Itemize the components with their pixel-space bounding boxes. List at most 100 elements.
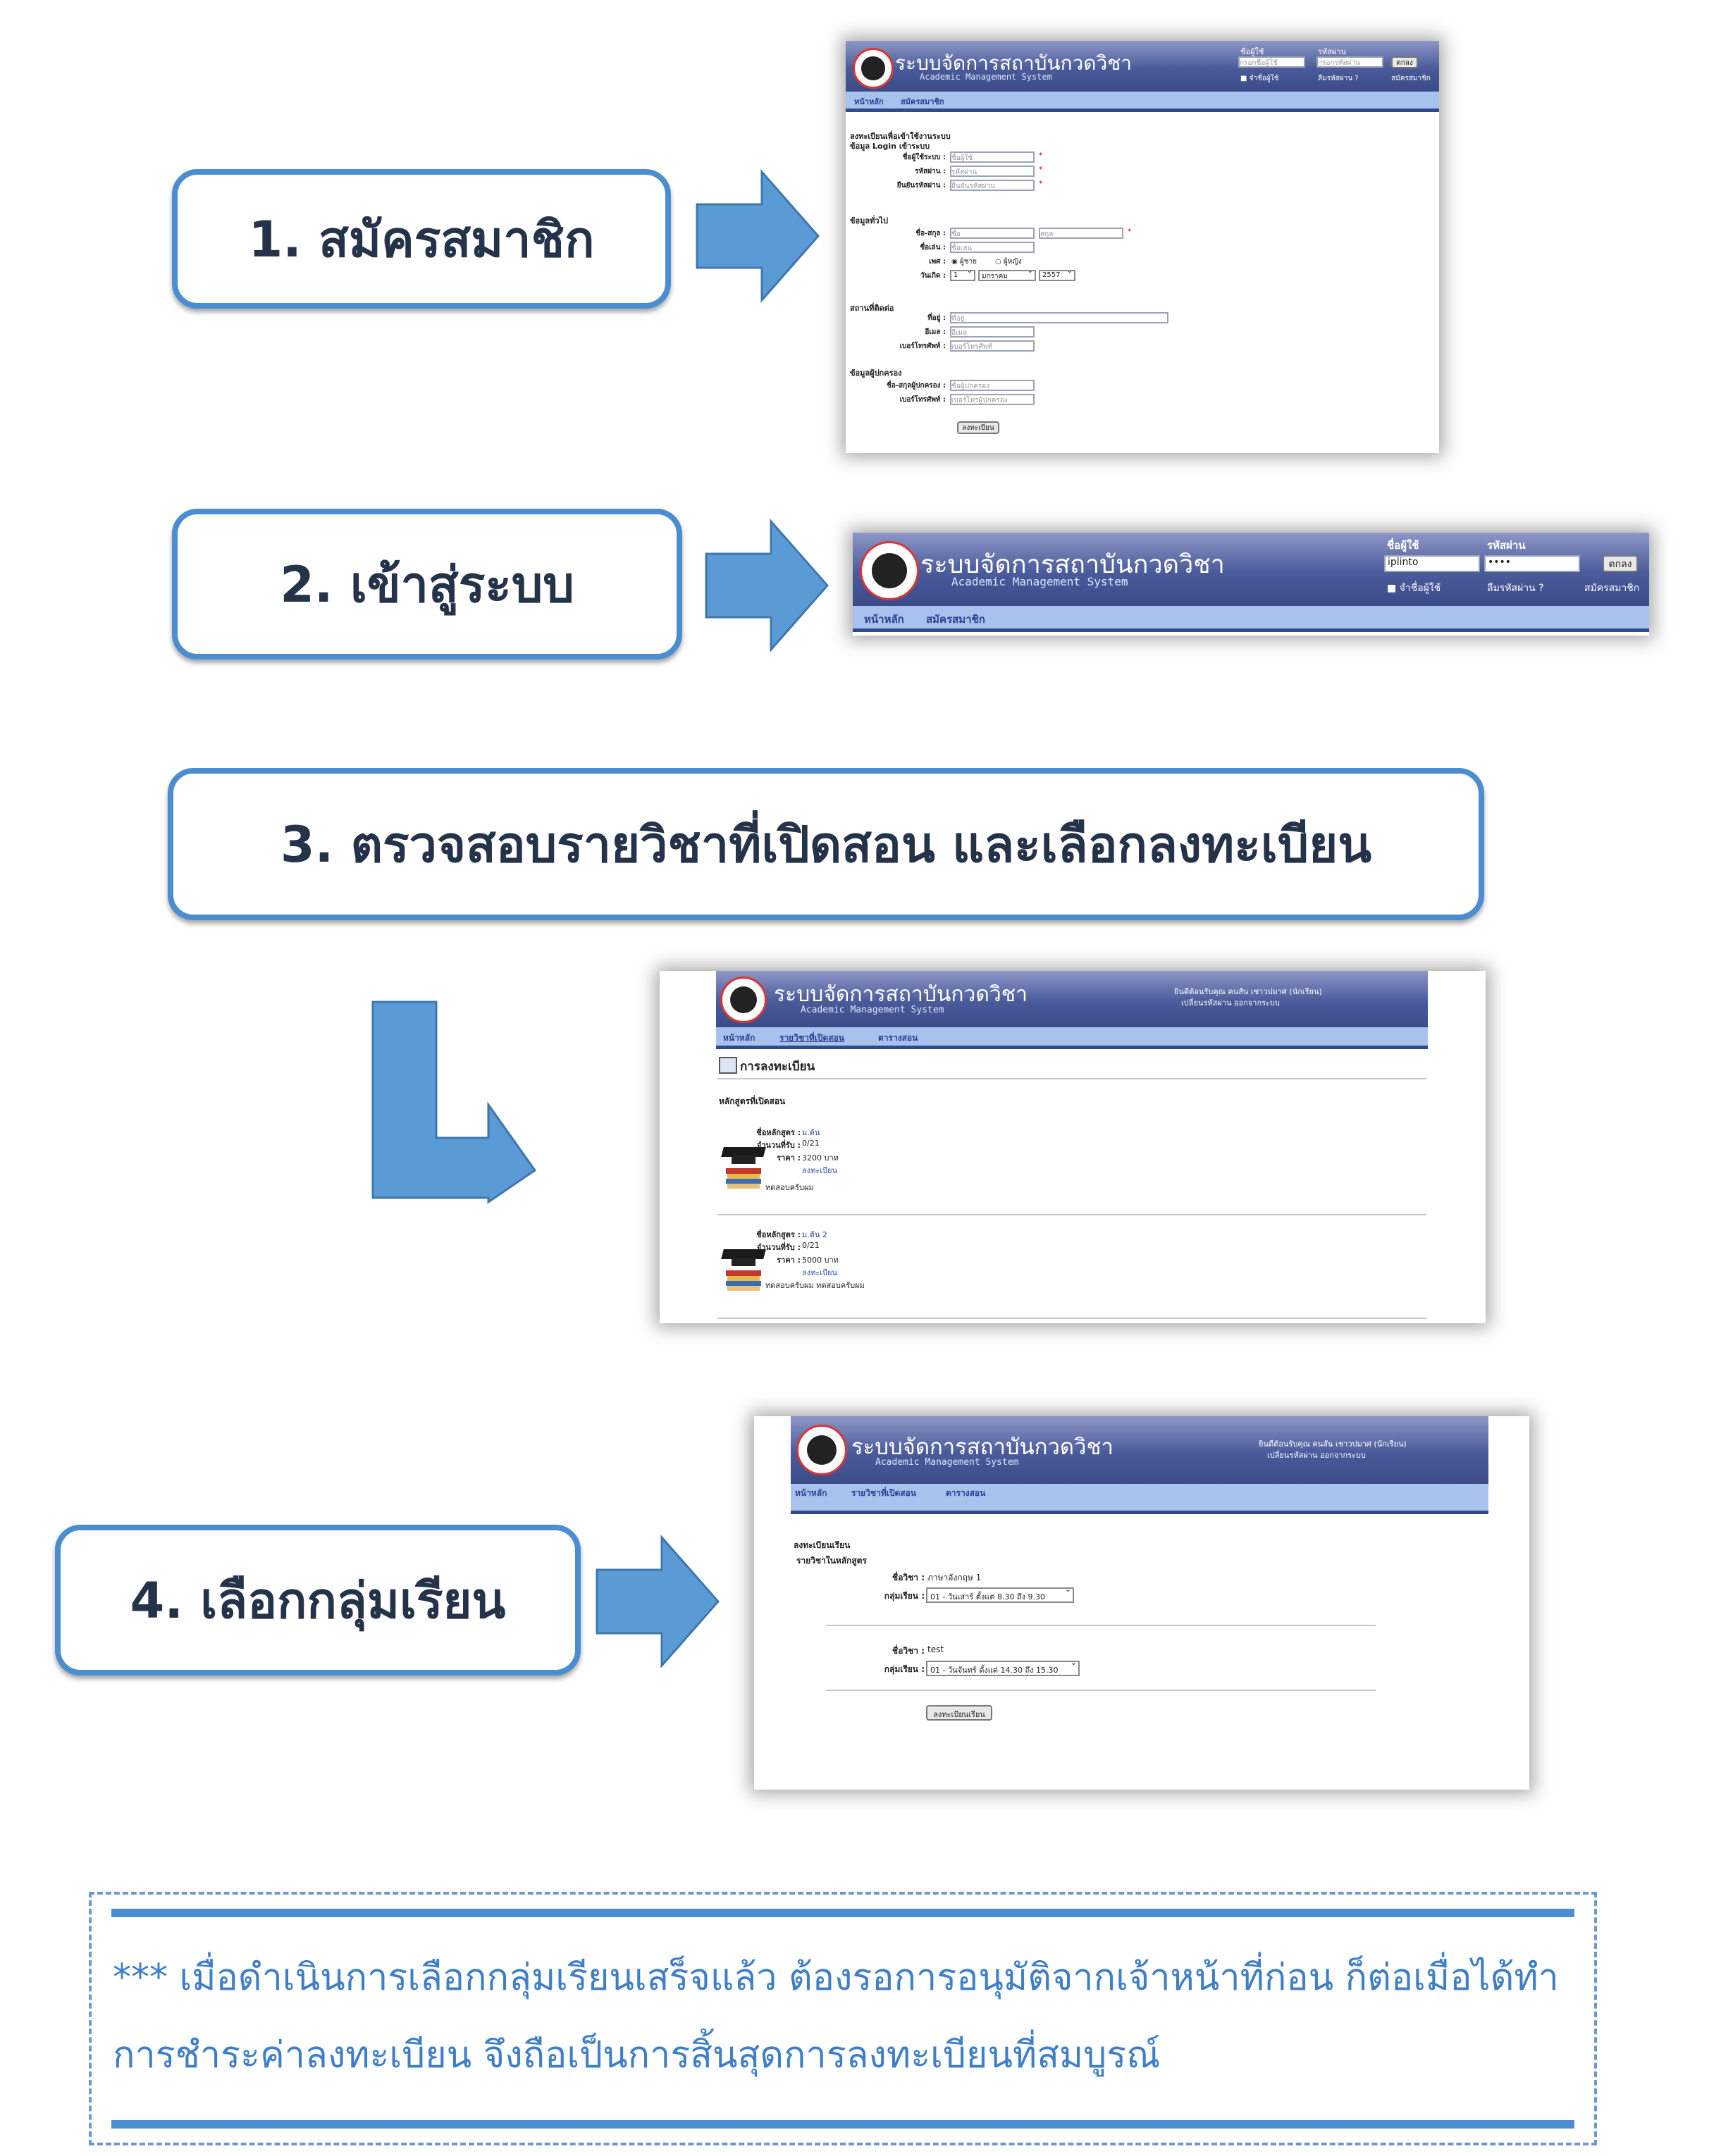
nav-bar: หน้าหลัก รายวิชาที่เปิดสอน ตารางสอน — [791, 1484, 1488, 1514]
course-count-label: จำนวนที่รับ : — [756, 1243, 801, 1252]
register-link[interactable]: สมัครสมาชิก — [1391, 73, 1431, 84]
logo-icon — [796, 1425, 847, 1475]
note-box: *** เมื่อดำเนินการเลือกกลุ่มเรียนเสร็จแล… — [89, 1892, 1597, 2145]
forgot-password-link[interactable]: ลืมรหัสผ่าน ? — [1487, 581, 1544, 596]
confirm-field[interactable]: ยืนยันรหัสผ่าน — [950, 180, 1035, 191]
surname-field[interactable]: สกุล — [1039, 228, 1123, 239]
group-label: กลุ่มเรียน : — [884, 1591, 925, 1601]
nav-courses[interactable]: รายวิชาที่เปิดสอน — [851, 1487, 916, 1500]
divider — [826, 1690, 1376, 1691]
birth-day-select[interactable]: 1 — [950, 270, 975, 281]
subject-label: ชื่อวิชา : — [892, 1573, 925, 1582]
register-submit-button[interactable]: ลงทะเบียน — [957, 421, 999, 434]
app-subtitle: Academic Management System — [920, 72, 1052, 82]
account-links[interactable]: เปลี่ยนรหัสผ่าน ออกจากระบบ — [1267, 1449, 1366, 1461]
subject-name: test — [927, 1644, 944, 1654]
firstname-field[interactable]: ชื่อ — [950, 228, 1035, 239]
nav-courses[interactable]: รายวิชาที่เปิดสอน — [779, 1031, 844, 1045]
arrow-right-icon — [596, 1535, 720, 1668]
username-input[interactable]: iplinto — [1384, 555, 1480, 572]
page-title-icon — [719, 1057, 737, 1074]
course-price: 3200 บาท — [802, 1153, 839, 1163]
gender-radio-male[interactable]: ◉ ผู้ชาย — [951, 256, 977, 267]
note-top-bar — [111, 1909, 1574, 1917]
phone-field[interactable]: เบอร์โทรศัพท์ — [950, 340, 1035, 352]
note-line-2: การชำระค่าลงทะเบียน จึงถือเป็นการสิ้นสุด… — [113, 2034, 1161, 2076]
nav-register[interactable]: สมัครสมาชิก — [901, 95, 944, 108]
username-input[interactable]: กรอกชื่อผู้ใช้ — [1238, 56, 1305, 68]
step-3-box: 3. ตรวจสอบรายวิชาที่เปิดสอน และเลือกลงทะ… — [168, 768, 1484, 920]
course-price-label: ราคา : — [777, 1256, 801, 1265]
group-select[interactable]: 01 - วันจันทร์ ตั้งแต่ 14.30 ถึง 15.30 — [926, 1661, 1080, 1676]
group-label: กลุ่มเรียน : — [884, 1664, 925, 1674]
course-name[interactable]: ม.ต้น 2 — [802, 1228, 827, 1241]
page-title: การลงทะเบียน — [740, 1060, 815, 1074]
account-links[interactable]: เปลี่ยนรหัสผ่าน ออกจากระบบ — [1181, 996, 1280, 1009]
section-general: ข้อมูลทั่วไป — [850, 216, 889, 225]
gender-female-label: ผู้หญิง — [1003, 258, 1022, 266]
password-input[interactable]: กรอกรหัสผ่าน — [1316, 56, 1383, 68]
birth-year-select[interactable]: 2557 — [1039, 270, 1075, 281]
page-container: ระบบจัดการสถาบันกวดวิชา Academic Managem… — [791, 1416, 1488, 1790]
nav-bar: หน้าหลัก สมัครสมาชิก — [853, 606, 1649, 632]
step-4-label: 4. เลือกกลุ่มเรียน — [130, 1571, 506, 1630]
list-item: ชื่อหลักสูตร : ม.ต้น จำนวนที่รับ : 0/21 … — [716, 1119, 1428, 1218]
password-input[interactable]: •••• — [1484, 555, 1580, 572]
app-header: ระบบจัดการสถาบันกวดวิชา Academic Managem… — [853, 533, 1649, 606]
remember-checkbox[interactable]: ■ จำชื่อผู้ใช้ — [1240, 73, 1278, 84]
field-parent-name-label: ชื่อ-สกุลผู้ปกครอง : — [887, 382, 946, 390]
field-phone-label: เบอร์โทรศัพท์ : — [899, 342, 946, 350]
field-address-label: ที่อยู่ : — [927, 314, 946, 322]
remember-checkbox[interactable]: ■ จำชื่อผู้ใช้ — [1387, 581, 1441, 596]
gender-male-label: ผู้ชาย — [959, 258, 977, 266]
graduation-cap-icon — [721, 1147, 766, 1189]
login-button[interactable]: ตกลง — [1603, 555, 1638, 572]
field-pass-label: รหัสผ่าน : — [915, 168, 946, 175]
section-parent: ข้อมูลผู้ปกครอง — [850, 368, 902, 378]
address-field[interactable]: ที่อยู่ — [950, 312, 1168, 323]
divider — [717, 1318, 1426, 1319]
pass-field[interactable]: รหัสผ่าน — [950, 166, 1035, 177]
divider — [717, 1078, 1426, 1079]
required-mark: * — [1128, 227, 1132, 236]
login-button[interactable]: ตกลง — [1391, 56, 1418, 68]
nav-home[interactable]: หน้าหลัก — [854, 95, 884, 108]
step-2-box: 2. เข้าสู่ระบบ — [172, 509, 682, 659]
nav-home[interactable]: หน้าหลัก — [795, 1487, 827, 1500]
course-register-link[interactable]: ลงทะเบียน — [802, 1266, 837, 1279]
screenshot-login: ระบบจัดการสถาบันกวดวิชา Academic Managem… — [853, 533, 1649, 636]
nav-home[interactable]: หน้าหลัก — [864, 611, 904, 628]
nav-schedule[interactable]: ตารางสอน — [946, 1487, 985, 1500]
course-count: 0/21 — [802, 1139, 820, 1148]
nav-register[interactable]: สมัครสมาชิก — [926, 611, 985, 628]
nav-home[interactable]: หน้าหลัก — [723, 1031, 755, 1045]
nav-schedule[interactable]: ตารางสอน — [878, 1031, 918, 1045]
app-subtitle: Academic Management System — [951, 575, 1128, 588]
app-header: ระบบจัดการสถาบันกวดวิชา Academic Managem… — [791, 1416, 1488, 1484]
subject-name: ภาษาอังกฤษ 1 — [927, 1573, 982, 1582]
user-field[interactable]: ชื่อผู้ใช้ — [950, 151, 1035, 163]
group-select[interactable]: 01 - วันเสาร์ ตั้งแต่ 8.30 ถึง 9.30 — [926, 1587, 1074, 1603]
required-mark: * — [1039, 151, 1043, 160]
gender-radio-female[interactable]: ○ ผู้หญิง — [995, 256, 1022, 267]
register-link[interactable]: สมัครสมาชิก — [1584, 581, 1639, 596]
arrow-right-icon — [705, 519, 829, 652]
course-name[interactable]: ม.ต้น — [802, 1126, 820, 1139]
screenshot-group-selection: ระบบจัดการสถาบันกวดวิชา Academic Managem… — [754, 1416, 1529, 1790]
parent-phone-field[interactable]: เบอร์โทรผู้ปกครอง — [950, 394, 1035, 405]
field-gender-label: เพศ : — [929, 258, 946, 266]
step-1-box: 1. สมัครสมาชิก — [172, 169, 671, 309]
email-field[interactable]: อีเมล — [950, 326, 1035, 337]
page-container: ระบบจัดการสถาบันกวดวิชา Academic Managem… — [716, 971, 1428, 1323]
step-2-label: 2. เข้าสู่ระบบ — [280, 555, 574, 614]
subject-label: ชื่อวิชา : — [892, 1646, 925, 1656]
register-class-button[interactable]: ลงทะเบียนเรียน — [926, 1705, 992, 1721]
course-register-link[interactable]: ลงทะเบียน — [802, 1164, 837, 1177]
parent-name-field[interactable]: ชื่อผู้ปกครอง — [950, 380, 1035, 391]
forgot-password-link[interactable]: ลืมรหัสผ่าน ? — [1318, 73, 1359, 84]
field-email-label: อีเมล : — [925, 328, 946, 336]
nickname-field[interactable]: ชื่อเล่น — [950, 242, 1035, 253]
field-parent-phone-label: เบอร์โทรศัพท์ : — [899, 396, 946, 404]
note-bottom-bar — [111, 2120, 1574, 2129]
birth-month-select[interactable]: มกราคม — [978, 270, 1036, 281]
